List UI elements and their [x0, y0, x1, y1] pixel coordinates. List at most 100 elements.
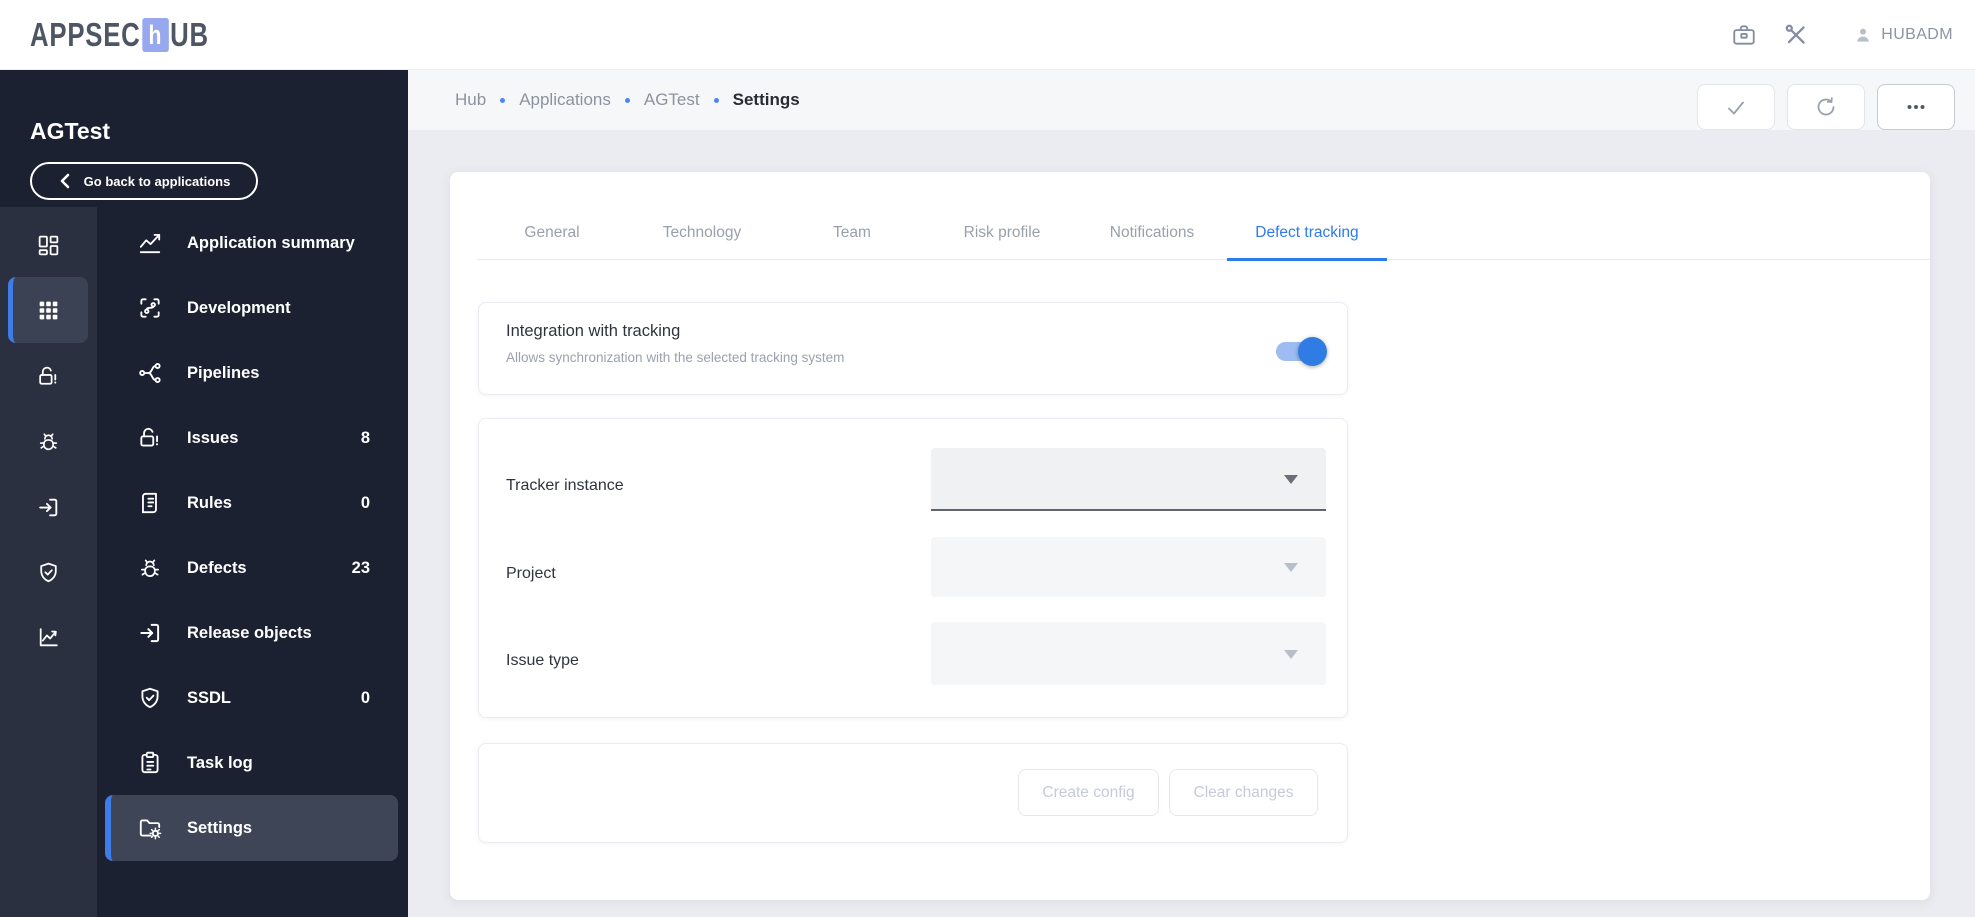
app-logo[interactable]: APPSEC h UB: [30, 0, 259, 70]
briefcase-icon[interactable]: [1731, 22, 1757, 48]
rail-defects-icon[interactable]: [0, 408, 97, 474]
menu-count: 8: [360, 428, 370, 447]
project-select[interactable]: [931, 537, 1326, 597]
folder-gear-icon: [139, 819, 162, 840]
tab-defect-tracking[interactable]: Defect tracking: [1227, 205, 1387, 261]
top-header: APPSEC h UB HUBADM: [0, 0, 1975, 70]
user-icon: [1857, 28, 1870, 42]
tab-risk-profile[interactable]: Risk profile: [927, 205, 1077, 260]
menu-count: 0: [360, 688, 370, 707]
tracker-instance-select[interactable]: [931, 448, 1326, 511]
check-icon: [1728, 101, 1744, 115]
breadcrumb-current: Settings: [732, 90, 800, 109]
header-actions: HUBADM: [1731, 0, 1953, 70]
reset-button[interactable]: [1787, 84, 1865, 130]
confirm-button[interactable]: [1697, 84, 1775, 130]
integration-card: Integration with tracking Allows synchro…: [478, 302, 1348, 395]
sidebar-item-defects[interactable]: Defects 23: [105, 535, 398, 601]
more-actions-button[interactable]: [1877, 84, 1955, 130]
bug-icon: [141, 559, 159, 577]
icon-rail: [0, 207, 97, 917]
menu-label: Release objects: [187, 623, 312, 642]
rail-ssdl-icon[interactable]: [0, 539, 97, 605]
sidebar-item-issues[interactable]: Issues 8: [105, 405, 398, 471]
breadcrumb-applications[interactable]: Applications: [519, 90, 611, 110]
logo-text: APPSEC h UB: [30, 16, 209, 54]
sidebar-item-application-summary[interactable]: Application summary: [105, 210, 398, 276]
sidebar-item-settings[interactable]: Settings: [105, 795, 398, 861]
menu-count: 0: [360, 493, 370, 512]
rules-scroll-icon: [142, 492, 157, 514]
caret-down-icon: [1284, 474, 1298, 484]
settings-tabs: General Technology Team Risk profile Not…: [477, 205, 1930, 261]
settings-panel: General Technology Team Risk profile Not…: [450, 172, 1930, 900]
tab-notifications[interactable]: Notifications: [1077, 205, 1227, 260]
shield-check-icon: [141, 687, 159, 709]
breadcrumb: Hub Applications AGTest Settings: [455, 70, 800, 130]
breadcrumb-separator-dot: [624, 97, 630, 103]
menu-label: Settings: [187, 818, 253, 837]
app-root: APPSEC h UB HUBADM AGTest Go back to app…: [0, 0, 1975, 917]
rail-reports-icon[interactable]: [0, 604, 97, 670]
tracker-instance-label: Tracker instance: [506, 477, 624, 494]
breadcrumb-hub[interactable]: Hub: [455, 90, 486, 110]
integration-subtitle: Allows synchronization with the selected…: [506, 350, 845, 365]
menu-label: Pipelines: [187, 363, 260, 382]
sidebar-app-name: AGTest: [30, 118, 111, 144]
tab-general[interactable]: General: [477, 205, 627, 260]
sidebar-item-pipelines[interactable]: Pipelines: [105, 340, 398, 406]
rail-applications-icon[interactable]: [0, 277, 97, 343]
back-to-applications-button[interactable]: Go back to applications: [30, 162, 258, 200]
issue-type-label: Issue type: [506, 652, 579, 669]
menu-label: Application summary: [187, 233, 355, 252]
ellipsis-icon: [1907, 105, 1925, 109]
breadcrumb-separator-dot: [500, 97, 506, 103]
menu-label: Development: [187, 298, 291, 317]
actions-card: Create config Clear changes: [478, 743, 1348, 843]
line-chart-icon: [139, 233, 161, 254]
development-icon: [140, 298, 160, 318]
sidebar-item-task-log[interactable]: Task log: [105, 730, 398, 796]
project-label: Project: [506, 565, 556, 582]
tab-team[interactable]: Team: [777, 205, 927, 260]
logo-h-square: h: [142, 18, 169, 52]
menu-label: Defects: [187, 558, 247, 577]
menu-label: SSDL: [187, 688, 232, 707]
back-button-label: Go back to applications: [83, 173, 231, 189]
sidebar-item-ssdl[interactable]: SSDL 0: [105, 665, 398, 731]
unlock-alert-icon: [140, 427, 159, 447]
refresh-icon: [1817, 97, 1835, 116]
sidebar: AGTest Go back to applications Applicati…: [0, 70, 408, 917]
rail-dashboard-icon[interactable]: [0, 212, 97, 278]
caret-down-icon: [1284, 563, 1298, 572]
menu-label: Task log: [187, 753, 253, 772]
release-objects-icon: [140, 623, 160, 643]
logo-part1: APPSEC: [30, 16, 141, 53]
tab-technology[interactable]: Technology: [627, 205, 777, 260]
user-menu[interactable]: HUBADM: [1853, 25, 1953, 45]
sidebar-item-release-objects[interactable]: Release objects: [105, 600, 398, 666]
clipboard-list-icon: [141, 751, 159, 774]
tools-icon[interactable]: [1783, 22, 1809, 48]
breadcrumb-separator-dot: [713, 97, 719, 103]
breadcrumb-bar: Hub Applications AGTest Settings: [408, 70, 1975, 130]
issue-type-select[interactable]: [931, 622, 1326, 685]
menu-label: Rules: [187, 493, 232, 512]
toggle-thumb: [1298, 337, 1327, 366]
integration-title: Integration with tracking: [506, 322, 681, 340]
rail-issues-icon[interactable]: [0, 343, 97, 409]
menu-count: 23: [351, 558, 370, 577]
tracker-form-card: Tracker instance Project Issue type: [478, 418, 1348, 718]
rail-release-objects-icon[interactable]: [0, 474, 97, 540]
logo-h-letter: h: [148, 19, 163, 50]
clear-changes-button[interactable]: Clear changes: [1169, 769, 1318, 816]
create-config-button[interactable]: Create config: [1018, 769, 1159, 816]
menu-label: Issues: [187, 428, 239, 447]
username: HUBADM: [1881, 26, 1953, 43]
sidebar-item-development[interactable]: Development: [105, 275, 398, 341]
pipelines-icon: [139, 362, 161, 384]
integration-toggle[interactable]: [1276, 337, 1327, 366]
logo-part2: UB: [170, 16, 209, 53]
breadcrumb-app[interactable]: AGTest: [644, 90, 700, 110]
sidebar-item-rules[interactable]: Rules 0: [105, 470, 398, 536]
